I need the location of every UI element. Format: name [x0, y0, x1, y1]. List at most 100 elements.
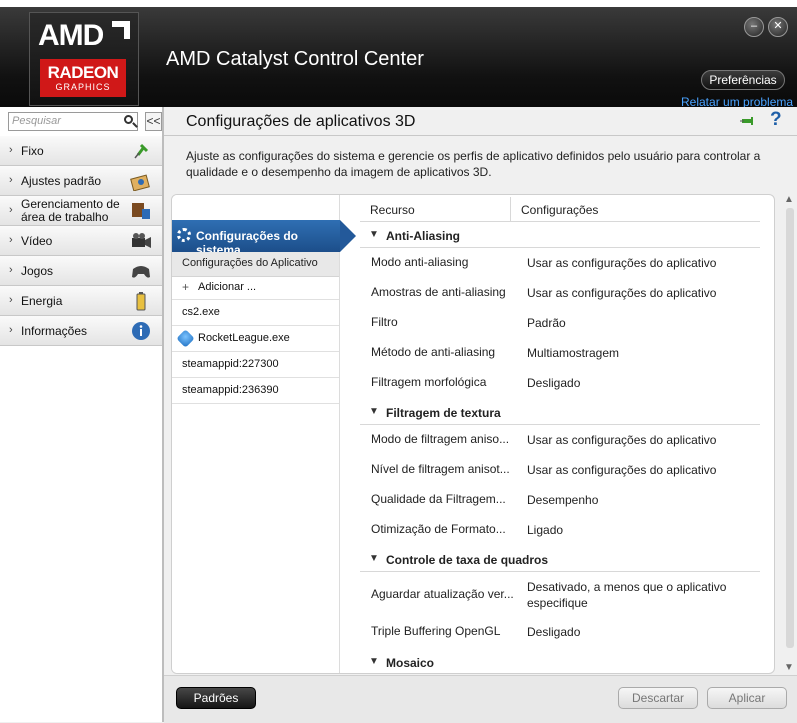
list-item-app[interactable]: steamappid:236390: [172, 378, 339, 404]
setting-name: Otimização de Formato...: [371, 522, 506, 536]
sidebar-item-label: Fixo: [21, 144, 44, 158]
setting-row[interactable]: Filtragem morfológica Desligado: [360, 368, 760, 398]
chevron-right-icon: ›: [9, 204, 13, 216]
defaults-button[interactable]: Padrões: [176, 687, 256, 709]
setting-name: Qualidade da Filtragem...: [371, 492, 506, 506]
sidebar-item-label: Ajustes padrão: [21, 174, 102, 188]
chevron-down-icon: ▼: [369, 406, 379, 417]
section-header[interactable]: ▼ Anti-Aliasing: [360, 223, 760, 248]
setting-row[interactable]: Nível de filtragem anisot... Usar as conf…: [360, 455, 760, 485]
video-camera-icon: [132, 233, 151, 248]
label-line-2: área de trabalho: [21, 210, 109, 224]
gamepad-icon: [132, 266, 150, 278]
amd-arrow-icon: [112, 21, 130, 39]
setting-row[interactable]: Método de anti-aliasing Multiamostragem: [360, 338, 760, 368]
setting-value[interactable]: Desempenho: [527, 492, 747, 508]
column-header-label: Recurso: [370, 203, 415, 217]
setting-row[interactable]: Amostras de anti-aliasing Usar as configu…: [360, 278, 760, 308]
setting-value[interactable]: Desligado: [527, 624, 747, 640]
sidebar-item-fixo[interactable]: › Fixo: [0, 136, 162, 166]
sidebar-item-presets[interactable]: › Ajustes padrão: [0, 166, 162, 196]
setting-value[interactable]: Desativado, a menos que o aplicativo esp…: [527, 579, 747, 611]
app-settings-header: Configurações do Aplicativo: [172, 252, 339, 277]
section-title: Anti-Aliasing: [386, 229, 460, 243]
add-app-button[interactable]: + Adicionar ...: [172, 276, 339, 300]
vertical-scrollbar[interactable]: ▲ ▼: [784, 194, 796, 674]
app-name: steamappid:227300: [182, 358, 279, 370]
sidebar-item-power[interactable]: › Energia: [0, 286, 162, 316]
sidebar-item-label: Jogos: [21, 264, 54, 278]
discard-button[interactable]: Descartar: [618, 687, 698, 709]
pin-page-icon[interactable]: [740, 115, 758, 127]
setting-row[interactable]: Filtro Padrão: [360, 308, 760, 338]
sidebar-item-games[interactable]: › Jogos: [0, 256, 162, 286]
app-title: AMD Catalyst Control Center: [166, 48, 424, 70]
setting-name: Amostras de anti-aliasing: [371, 285, 506, 299]
list-item-app[interactable]: cs2.exe: [172, 300, 339, 326]
chevron-down-icon: ▼: [369, 553, 379, 564]
section-header[interactable]: ▼ Mosaico: [360, 650, 760, 673]
setting-name: Modo de filtragem aniso...: [371, 432, 510, 446]
label-line-1: Gerenciamento de: [21, 197, 120, 211]
setting-value[interactable]: Usar as configurações do aplicativo: [527, 255, 747, 271]
search-input[interactable]: Pesquisar: [8, 112, 138, 131]
section-title: Mosaico: [386, 656, 435, 670]
profile-list: Configurações do sistema Configurações d…: [172, 195, 356, 673]
scroll-up-icon[interactable]: ▲: [784, 194, 794, 205]
app-name: cs2.exe: [182, 306, 220, 318]
logo-amd-text: AMD: [38, 19, 104, 52]
pin-icon: [134, 143, 149, 159]
setting-value[interactable]: Desligado: [527, 375, 747, 391]
setting-value[interactable]: Usar as configurações do aplicativo: [527, 462, 747, 478]
setting-row[interactable]: Triple Buffering OpenGL Desligado: [360, 617, 760, 647]
setting-row[interactable]: Aguardar atualização ver... Desativado, a…: [360, 572, 760, 618]
apply-button[interactable]: Aplicar: [707, 687, 787, 709]
setting-value[interactable]: Padrão: [527, 315, 747, 331]
help-icon[interactable]: ?: [770, 109, 782, 131]
logo-graphics-text: GRAPHICS: [55, 82, 111, 92]
setting-row[interactable]: Modo de filtragem aniso... Usar as config…: [360, 425, 760, 455]
tab-system-settings[interactable]: Configurações do sistema: [172, 220, 356, 257]
chevron-down-icon: ▼: [369, 229, 379, 240]
section-title: Controle de taxa de quadros: [386, 553, 549, 567]
column-header-settings[interactable]: Configurações: [511, 197, 760, 222]
app-name: RocketLeague.exe: [198, 332, 290, 344]
collapse-sidebar-button[interactable]: <<: [145, 112, 162, 131]
close-button[interactable]: ✕: [768, 17, 788, 37]
setting-row[interactable]: Qualidade da Filtragem... Desempenho: [360, 485, 760, 515]
main-content: Configurações de aplicativos 3D ? Ajuste…: [164, 107, 797, 723]
minimize-button[interactable]: –: [744, 17, 764, 37]
logo-radeon-text: RADEON: [47, 63, 119, 82]
chevron-right-icon: ›: [9, 294, 13, 306]
app-header: AMD RADEON GRAPHICS AMD Catalyst Control…: [0, 0, 797, 109]
setting-value[interactable]: Multiamostragem: [527, 345, 747, 361]
setting-name: Modo anti-aliasing: [371, 255, 469, 269]
list-item-app[interactable]: RocketLeague.exe: [172, 326, 339, 352]
rocket-league-icon: [176, 329, 195, 348]
setting-value[interactable]: Usar as configurações do aplicativo: [527, 432, 747, 448]
plus-icon: +: [182, 280, 190, 294]
section-header[interactable]: ▼ Filtragem de textura: [360, 400, 760, 425]
sidebar-item-video[interactable]: › Vídeo: [0, 226, 162, 256]
scroll-thumb[interactable]: [786, 208, 794, 648]
column-header-feature[interactable]: Recurso: [360, 197, 511, 222]
setting-value[interactable]: Ligado: [527, 522, 747, 538]
sidebar-item-information[interactable]: › Informações: [0, 316, 162, 346]
sidebar-item-label: Gerenciamento de área de trabalho: [21, 198, 120, 224]
setting-row[interactable]: Modo anti-aliasing Usar as configurações …: [360, 248, 760, 278]
close-icon: ✕: [773, 20, 783, 32]
setting-name: Filtragem morfológica: [371, 375, 487, 389]
page-title: Configurações de aplicativos 3D: [186, 113, 416, 130]
section-header[interactable]: ▼ Controle de taxa de quadros: [360, 547, 760, 572]
action-bar: Padrões Descartar Aplicar: [164, 675, 797, 723]
search-icon[interactable]: [124, 115, 133, 124]
sidebar-item-desktop-management[interactable]: › Gerenciamento de área de trabalho: [0, 196, 162, 226]
setting-row[interactable]: Otimização de Formato... Ligado: [360, 515, 760, 545]
list-item-app[interactable]: steamappid:227300: [172, 352, 339, 378]
setting-value[interactable]: Usar as configurações do aplicativo: [527, 285, 747, 301]
scroll-down-icon[interactable]: ▼: [784, 662, 794, 673]
preferences-button[interactable]: Preferências: [701, 70, 785, 90]
setting-name: Filtro: [371, 315, 398, 329]
info-icon: [132, 322, 150, 340]
chevron-right-icon: ›: [9, 144, 13, 156]
